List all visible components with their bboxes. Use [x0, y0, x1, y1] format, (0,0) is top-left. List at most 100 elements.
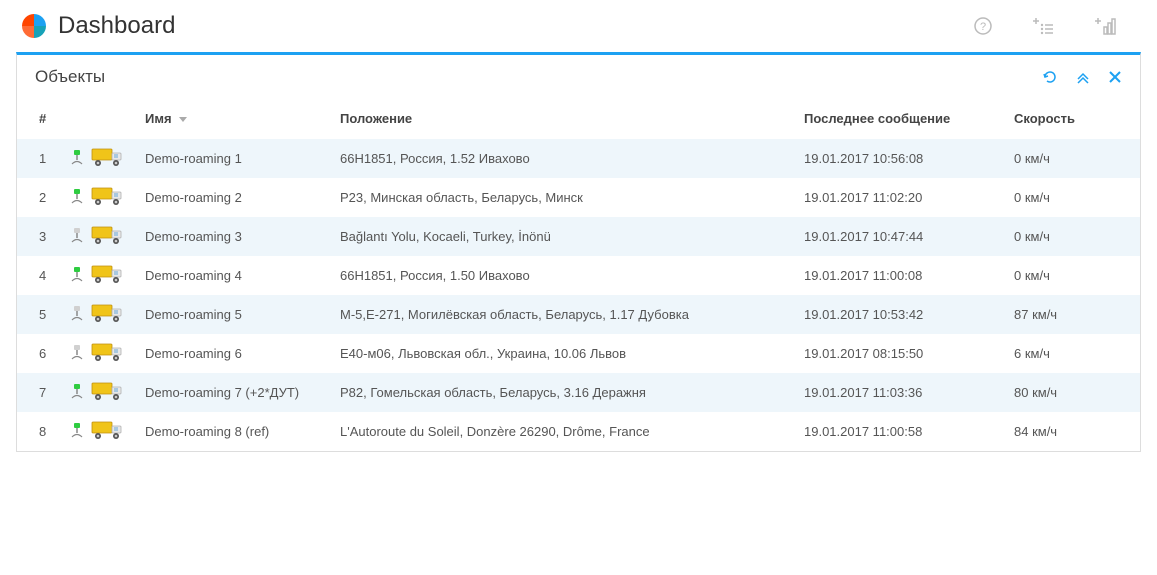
cell-num: 6: [17, 334, 63, 373]
cell-last-message: 19.01.2017 08:15:50: [790, 334, 1000, 373]
cell-position: М-5,Е-271, Могилёвская область, Беларусь…: [326, 295, 790, 334]
cell-name: Demo-roaming 2: [131, 178, 326, 217]
table-row[interactable]: 3 Demo-roaming 3 Bağlantı Yolu, Kocaeli,…: [17, 217, 1140, 256]
status-icon: [70, 422, 84, 441]
dashboard-logo-icon: [20, 12, 48, 40]
cell-status: [63, 373, 91, 412]
cell-vehicle: [91, 256, 131, 295]
panel-header: Объекты: [17, 55, 1140, 99]
cell-position: P23, Минская область, Беларусь, Минск: [326, 178, 790, 217]
status-icon: [70, 383, 84, 402]
help-icon[interactable]: ?: [973, 16, 993, 36]
cell-name: Demo-roaming 1: [131, 139, 326, 179]
cell-position: 66Н1851, Россия, 1.50 Ивахово: [326, 256, 790, 295]
close-icon[interactable]: [1108, 69, 1122, 85]
app-header: Dashboard ?: [0, 0, 1157, 52]
status-icon: [70, 266, 84, 285]
cell-status: [63, 139, 91, 179]
col-header-last[interactable]: Последнее сообщение: [790, 99, 1000, 139]
truck-icon: [91, 263, 125, 288]
cell-last-message: 19.01.2017 11:03:36: [790, 373, 1000, 412]
page-title: Dashboard: [58, 12, 175, 40]
cell-last-message: 19.01.2017 11:00:58: [790, 412, 1000, 451]
cell-num: 8: [17, 412, 63, 451]
header-right: ?: [973, 16, 1137, 36]
cell-vehicle: [91, 334, 131, 373]
cell-status: [63, 217, 91, 256]
cell-speed: 0 км/ч: [1000, 256, 1140, 295]
status-icon: [70, 188, 84, 207]
table-row[interactable]: 1 Demo-roaming 1 66Н1851, Россия, 1.52 И…: [17, 139, 1140, 179]
truck-icon: [91, 341, 125, 366]
cell-speed: 87 км/ч: [1000, 295, 1140, 334]
truck-icon: [91, 380, 125, 405]
cell-status: [63, 256, 91, 295]
cell-speed: 0 км/ч: [1000, 139, 1140, 179]
cell-name: Demo-roaming 8 (ref): [131, 412, 326, 451]
cell-status: [63, 295, 91, 334]
col-header-num[interactable]: #: [17, 99, 63, 139]
truck-icon: [91, 419, 125, 444]
cell-name: Demo-roaming 7 (+2*ДУТ): [131, 373, 326, 412]
cell-speed: 0 км/ч: [1000, 178, 1140, 217]
truck-icon: [91, 185, 125, 210]
col-header-status: [63, 99, 91, 139]
col-header-speed[interactable]: Скорость: [1000, 99, 1140, 139]
cell-vehicle: [91, 139, 131, 179]
status-icon: [70, 344, 84, 363]
cell-speed: 6 км/ч: [1000, 334, 1140, 373]
collapse-icon[interactable]: [1076, 69, 1090, 85]
col-header-name-label: Имя: [145, 111, 172, 126]
cell-position: Bağlantı Yolu, Kocaeli, Turkey, İnönü: [326, 217, 790, 256]
cell-status: [63, 178, 91, 217]
status-icon: [70, 227, 84, 246]
cell-status: [63, 334, 91, 373]
col-header-name[interactable]: Имя: [131, 99, 326, 139]
cell-num: 3: [17, 217, 63, 256]
add-chart-icon[interactable]: [1095, 16, 1117, 36]
truck-icon: [91, 146, 125, 171]
truck-icon: [91, 224, 125, 249]
refresh-icon[interactable]: [1042, 69, 1058, 85]
cell-name: Demo-roaming 5: [131, 295, 326, 334]
cell-name: Demo-roaming 6: [131, 334, 326, 373]
cell-num: 5: [17, 295, 63, 334]
table-row[interactable]: 8 Demo-roaming 8 (ref) L'Autoroute du So…: [17, 412, 1140, 451]
cell-num: 4: [17, 256, 63, 295]
cell-position: L'Autoroute du Soleil, Donzère 26290, Dr…: [326, 412, 790, 451]
table-row[interactable]: 4 Demo-roaming 4 66Н1851, Россия, 1.50 И…: [17, 256, 1140, 295]
add-list-icon[interactable]: [1033, 16, 1055, 36]
cell-vehicle: [91, 412, 131, 451]
col-header-vehicle: [91, 99, 131, 139]
status-icon: [70, 305, 84, 324]
cell-vehicle: [91, 178, 131, 217]
truck-icon: [91, 302, 125, 327]
sort-desc-icon: [179, 117, 187, 122]
cell-last-message: 19.01.2017 11:02:20: [790, 178, 1000, 217]
cell-num: 2: [17, 178, 63, 217]
svg-text:?: ?: [980, 21, 986, 33]
table-row[interactable]: 5 Demo-roaming 5 М-5,Е-271, Могилёвская …: [17, 295, 1140, 334]
table-row[interactable]: 6 Demo-roaming 6 Е40-м06, Львовская обл.…: [17, 334, 1140, 373]
panel-title: Объекты: [35, 67, 105, 87]
cell-position: Р82, Гомельская область, Беларусь, 3.16 …: [326, 373, 790, 412]
cell-speed: 80 км/ч: [1000, 373, 1140, 412]
col-header-position[interactable]: Положение: [326, 99, 790, 139]
cell-last-message: 19.01.2017 10:53:42: [790, 295, 1000, 334]
panel-actions: [1042, 69, 1122, 85]
cell-speed: 84 км/ч: [1000, 412, 1140, 451]
cell-num: 1: [17, 139, 63, 179]
cell-position: 66Н1851, Россия, 1.52 Ивахово: [326, 139, 790, 179]
cell-last-message: 19.01.2017 10:56:08: [790, 139, 1000, 179]
cell-name: Demo-roaming 4: [131, 256, 326, 295]
header-left: Dashboard: [20, 12, 175, 40]
cell-name: Demo-roaming 3: [131, 217, 326, 256]
status-icon: [70, 149, 84, 168]
table-row[interactable]: 2 Demo-roaming 2 P23, Минская область, Б…: [17, 178, 1140, 217]
cell-vehicle: [91, 217, 131, 256]
cell-vehicle: [91, 295, 131, 334]
objects-table: # Имя Положение Последнее сообщение Скор…: [17, 99, 1140, 451]
table-row[interactable]: 7 Demo-roaming 7 (+2*ДУТ) Р82, Гомельска…: [17, 373, 1140, 412]
objects-panel: Объекты # Имя Положение: [16, 52, 1141, 452]
cell-position: Е40-м06, Львовская обл., Украина, 10.06 …: [326, 334, 790, 373]
